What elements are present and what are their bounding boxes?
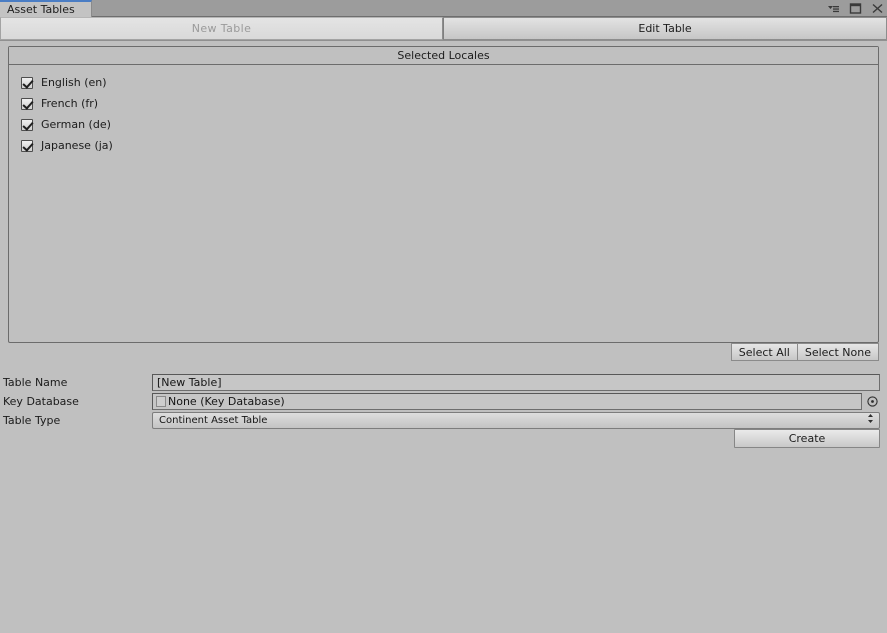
selected-locales-title: Selected Locales — [397, 49, 490, 62]
locale-label: German (de) — [41, 118, 111, 131]
create-button-wrap: Create — [734, 429, 880, 448]
new-table-form: Table Name [New Table] Key Database None… — [0, 373, 887, 429]
list-item[interactable]: Japanese (ja) — [21, 135, 878, 156]
create-button-label: Create — [788, 432, 826, 445]
tab-new-table[interactable]: New Table — [0, 17, 443, 40]
locales-list: English (en) French (fr) German (de) Jap… — [9, 65, 878, 156]
asset-icon — [156, 395, 166, 407]
key-database-label: Key Database — [3, 394, 79, 408]
select-none-label: Select None — [804, 345, 871, 359]
table-type-value: Continent Asset Table — [159, 414, 268, 426]
key-database-value: None (Key Database) — [168, 394, 285, 408]
field-row-table-name: Table Name [New Table] — [0, 373, 887, 391]
object-picker-icon[interactable] — [865, 393, 880, 410]
maximize-icon[interactable] — [849, 2, 862, 15]
select-none-button[interactable]: Select None — [797, 343, 879, 361]
window-tab-label: Asset Tables — [7, 3, 75, 16]
table-name-input[interactable]: [New Table] — [152, 373, 880, 391]
table-name-fieldwrap: [New Table] — [152, 373, 887, 391]
window-tab-asset-tables[interactable]: Asset Tables — [0, 0, 92, 17]
key-database-fieldwrap: None (Key Database) — [152, 392, 887, 410]
window-controls — [827, 0, 884, 17]
table-type-dropdown[interactable]: Continent Asset Table — [152, 411, 880, 429]
list-item[interactable]: English (en) — [21, 72, 878, 93]
table-type-fieldwrap: Continent Asset Table — [152, 411, 887, 429]
select-all-button[interactable]: Select All — [730, 343, 798, 361]
list-item[interactable]: German (de) — [21, 114, 878, 135]
selected-locales-header: Selected Locales — [9, 47, 878, 65]
key-database-object-field[interactable]: None (Key Database) — [152, 392, 862, 410]
field-row-key-database: Key Database None (Key Database) — [0, 392, 887, 410]
checkbox-german[interactable] — [21, 118, 33, 131]
create-button[interactable]: Create — [734, 429, 880, 448]
select-all-label: Select All — [738, 345, 790, 359]
checkbox-english[interactable] — [21, 76, 33, 89]
tab-new-table-label: New Table — [191, 22, 252, 35]
table-name-value: [New Table] — [157, 375, 222, 389]
updown-arrows-icon — [866, 412, 875, 428]
menu-icon[interactable] — [827, 2, 840, 15]
window-titlebar: Asset Tables — [0, 0, 887, 17]
locale-label: French (fr) — [41, 97, 99, 110]
tab-edit-table[interactable]: Edit Table — [443, 17, 887, 40]
mode-tabbar: New Table Edit Table — [0, 17, 887, 41]
checkbox-japanese[interactable] — [21, 139, 33, 152]
checkbox-french[interactable] — [21, 97, 33, 110]
field-row-table-type: Table Type Continent Asset Table — [0, 411, 887, 429]
close-icon[interactable] — [871, 2, 884, 15]
selected-locales-panel: Selected Locales English (en) French (fr… — [8, 46, 879, 343]
table-type-label: Table Type — [3, 413, 61, 427]
list-item[interactable]: French (fr) — [21, 93, 878, 114]
tab-edit-table-label: Edit Table — [638, 22, 692, 35]
locale-selection-buttons: Select All Select None — [730, 343, 879, 361]
locale-label: English (en) — [41, 76, 107, 89]
locale-label: Japanese (ja) — [41, 139, 113, 152]
table-name-label: Table Name — [3, 375, 68, 389]
